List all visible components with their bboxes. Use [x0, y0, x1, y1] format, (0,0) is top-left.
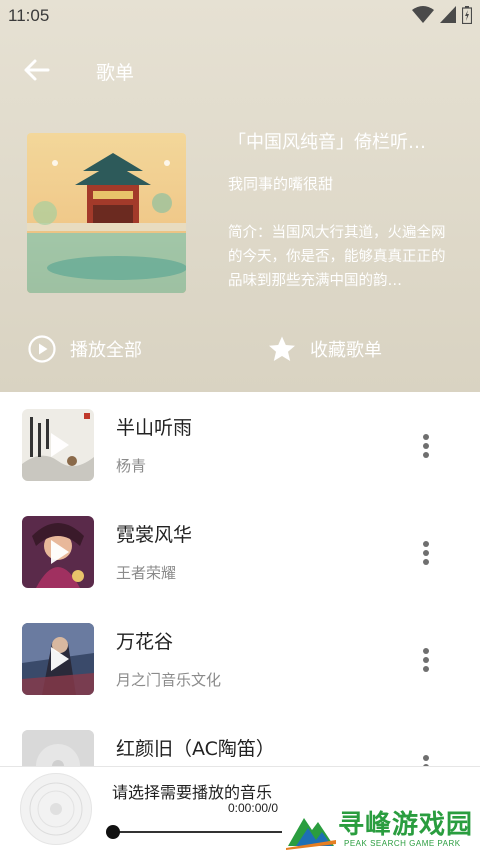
watermark-subtext: PEAK SEARCH GAME PARK	[344, 839, 461, 848]
song-artist: 月之门音乐文化	[116, 671, 222, 689]
arrow-left-icon	[24, 59, 50, 81]
song-title: 霓裳风华	[116, 524, 193, 546]
song-artist: 王者荣耀	[116, 564, 177, 582]
cellular-signal-icon	[440, 6, 456, 23]
cover-art-image	[27, 133, 186, 293]
play-circle-icon	[28, 335, 56, 363]
list-item[interactable]: 半山听雨 杨青	[0, 392, 480, 499]
disc-icon	[29, 782, 83, 836]
play-all-button[interactable]: 播放全部	[28, 333, 142, 365]
song-title: 万花谷	[116, 631, 174, 653]
watermark: 寻峰游戏园 PEAK SEARCH GAME PARK	[286, 804, 480, 853]
battery-icon	[462, 6, 472, 24]
more-options-button[interactable]	[418, 432, 434, 460]
watermark-logo	[286, 818, 336, 850]
progress-bar[interactable]	[112, 831, 282, 833]
star-icon	[269, 336, 295, 361]
progress-knob[interactable]	[106, 825, 120, 839]
playback-time: 0:00:00/0	[228, 801, 279, 815]
more-options-button[interactable]	[418, 646, 434, 674]
song-artist: 杨青	[116, 457, 147, 475]
now-playing-title: 请选择需要播放的音乐	[112, 783, 273, 802]
play-icon	[51, 433, 69, 457]
song-title: 红颜旧（AC陶笛）	[116, 738, 275, 760]
list-item[interactable]: 万花谷 月之门音乐文化	[0, 606, 480, 713]
back-button[interactable]	[22, 56, 52, 84]
status-bar: 11:05	[0, 0, 480, 34]
song-thumbnail[interactable]	[22, 516, 94, 588]
playlist-creator[interactable]: 我同事的嘴很甜	[228, 173, 333, 194]
play-icon	[51, 540, 69, 564]
list-item[interactable]: 霓裳风华 王者荣耀	[0, 499, 480, 606]
status-time: 11:05	[8, 6, 50, 25]
status-icons	[412, 6, 472, 24]
song-thumbnail[interactable]	[22, 409, 94, 481]
playlist-cover[interactable]	[27, 133, 186, 293]
more-options-button[interactable]	[418, 539, 434, 567]
playlist-title: 「中国风纯音」倚栏听…	[228, 132, 426, 153]
now-playing-disc[interactable]	[20, 773, 92, 845]
top-bar: 歌单	[0, 50, 480, 90]
song-title: 半山听雨	[116, 417, 193, 439]
wifi-icon	[412, 6, 434, 23]
play-icon	[51, 647, 69, 671]
page-title: 歌单	[96, 62, 135, 84]
watermark-text: 寻峰游戏园	[338, 810, 474, 840]
favorite-playlist-label: 收藏歌单	[310, 340, 382, 361]
favorite-playlist-button[interactable]: 收藏歌单	[268, 333, 382, 365]
playlist-header: 11:05 歌单 「中国风纯音」倚栏听… 我同事的嘴很甜 简介：当国风大行其道，…	[0, 0, 480, 392]
song-thumbnail[interactable]	[22, 623, 94, 695]
playlist-description[interactable]: 简介：当国风大行其道，火遍全网的今天，你是否，能够真真正正的品味到那些充满中国的…	[228, 221, 454, 293]
play-all-label: 播放全部	[70, 340, 142, 361]
